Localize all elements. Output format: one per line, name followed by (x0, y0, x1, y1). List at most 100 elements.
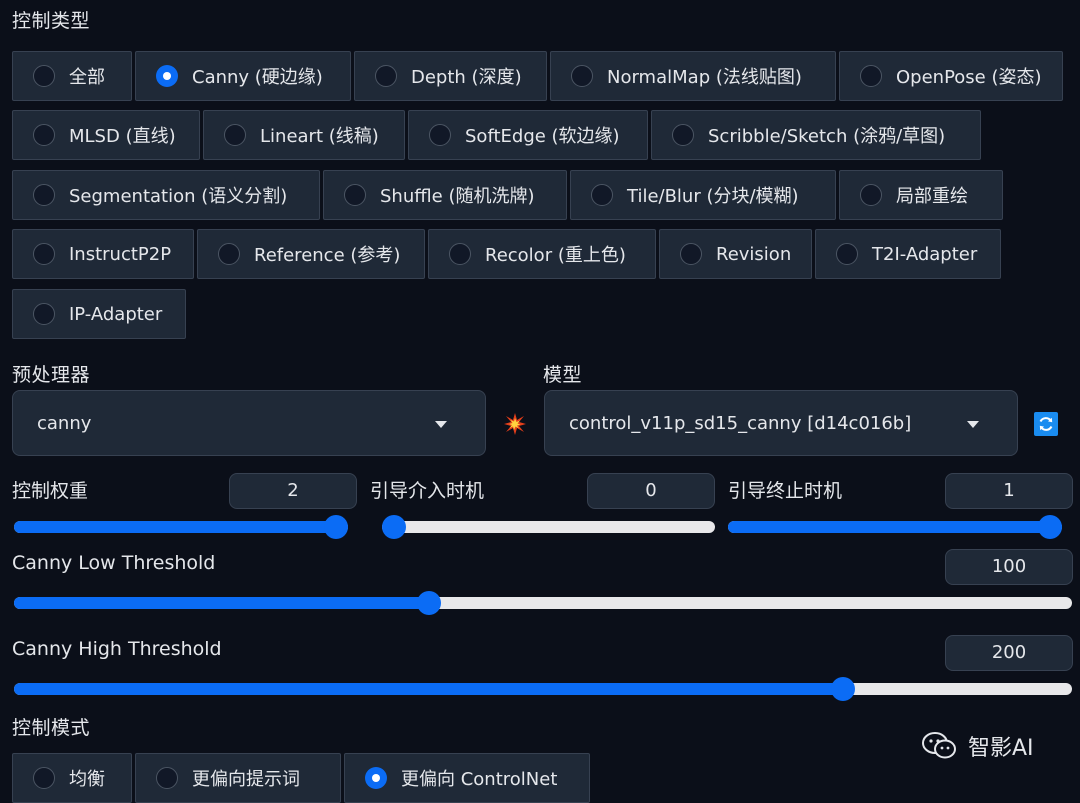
slider-fill (728, 521, 1062, 533)
control-type-option[interactable]: IP-Adapter (12, 289, 186, 339)
control-type-option[interactable]: InstructP2P (12, 229, 194, 279)
option-label: 全部 (69, 67, 105, 88)
option-label: 更偏向提示词 (192, 769, 300, 790)
radio-icon[interactable] (218, 243, 240, 265)
canny-low-slider[interactable] (14, 591, 1072, 615)
radio-icon[interactable] (224, 124, 246, 146)
control-type-option[interactable]: OpenPose (姿态) (839, 51, 1063, 101)
option-label: 局部重绘 (896, 186, 968, 207)
preprocessor-dropdown[interactable]: canny (12, 390, 486, 456)
control-type-option[interactable]: Tile/Blur (分块/模糊) (570, 170, 836, 220)
radio-icon[interactable] (156, 767, 178, 789)
model-dropdown[interactable]: control_v11p_sd15_canny [d14c016b] (544, 390, 1018, 456)
canny-high-slider[interactable] (14, 677, 1072, 701)
guidance-start-slider[interactable] (382, 515, 715, 539)
option-label: Scribble/Sketch (涂鸦/草图) (708, 126, 946, 147)
radio-icon[interactable] (860, 184, 882, 206)
radio-icon[interactable] (344, 184, 366, 206)
option-label: Depth (深度) (411, 67, 522, 88)
control-mode-option[interactable]: 均衡 (12, 753, 132, 803)
control-type-option[interactable]: Shuffle (随机洗牌) (323, 170, 567, 220)
control-mode-option[interactable]: 更偏向提示词 (135, 753, 341, 803)
radio-icon[interactable] (672, 124, 694, 146)
control-type-option[interactable]: Revision (659, 229, 812, 279)
option-label: Recolor (重上色) (485, 245, 626, 266)
preprocessor-title: 预处理器 (12, 364, 91, 386)
radio-selected-icon[interactable] (365, 767, 387, 789)
radio-icon[interactable] (836, 243, 858, 265)
radio-icon[interactable] (33, 303, 55, 325)
option-label: Segmentation (语义分割) (69, 186, 288, 207)
explosion-icon[interactable] (503, 412, 527, 436)
control-type-option[interactable]: Recolor (重上色) (428, 229, 656, 279)
canny-high-input[interactable]: 200 (945, 635, 1073, 671)
option-label: Reference (参考) (254, 245, 401, 266)
control-type-option[interactable]: 全部 (12, 51, 132, 101)
radio-icon[interactable] (429, 124, 451, 146)
option-label: T2I-Adapter (872, 243, 978, 265)
watermark-text: 智影AI (968, 736, 1034, 761)
option-label: Lineart (线稿) (260, 126, 379, 147)
radio-icon[interactable] (33, 65, 55, 87)
option-label: Canny (硬边缘) (192, 67, 323, 88)
option-label: Shuffle (随机洗牌) (380, 186, 535, 207)
canny-high-label: Canny High Threshold (12, 638, 222, 660)
option-label: Revision (716, 243, 792, 265)
option-label: OpenPose (姿态) (896, 67, 1042, 88)
control-type-option[interactable]: Lineart (线稿) (203, 110, 405, 160)
chevron-down-icon (967, 421, 979, 428)
control-weight-slider[interactable] (14, 515, 348, 539)
slider-fill (14, 521, 348, 533)
control-type-option[interactable]: MLSD (直线) (12, 110, 200, 160)
guidance-end-input[interactable]: 1 (945, 473, 1073, 509)
radio-icon[interactable] (375, 65, 397, 87)
control-mode-option[interactable]: 更偏向 ControlNet (344, 753, 590, 803)
slider-thumb[interactable] (831, 677, 856, 701)
control-mode-title: 控制模式 (12, 717, 91, 739)
guidance-start-input[interactable]: 0 (587, 473, 715, 509)
watermark: 智影AI (922, 730, 1034, 762)
option-label: 更偏向 ControlNet (401, 769, 558, 790)
slider-thumb[interactable] (416, 591, 441, 615)
radio-icon[interactable] (571, 65, 593, 87)
radio-icon[interactable] (449, 243, 471, 265)
slider-thumb[interactable] (382, 515, 406, 539)
control-type-option[interactable]: 局部重绘 (839, 170, 1003, 220)
slider-thumb[interactable] (1038, 515, 1062, 539)
control-type-option[interactable]: Depth (深度) (354, 51, 547, 101)
radio-icon[interactable] (860, 65, 882, 87)
control-type-option[interactable]: NormalMap (法线贴图) (550, 51, 836, 101)
option-label: MLSD (直线) (69, 126, 176, 147)
control-weight-input[interactable]: 2 (229, 473, 357, 509)
option-label: SoftEdge (软边缘) (465, 126, 620, 147)
preprocessor-value: canny (37, 412, 92, 434)
radio-icon[interactable] (33, 184, 55, 206)
guidance-end-label: 引导终止时机 (728, 480, 843, 502)
option-label: 均衡 (69, 769, 105, 790)
option-label: NormalMap (法线贴图) (607, 67, 802, 88)
guidance-end-slider[interactable] (728, 515, 1062, 539)
option-label: InstructP2P (69, 243, 172, 265)
option-label: Tile/Blur (分块/模糊) (627, 186, 799, 207)
radio-selected-icon[interactable] (156, 65, 178, 87)
chevron-down-icon (435, 421, 447, 428)
radio-icon[interactable] (33, 124, 55, 146)
control-type-option[interactable]: Canny (硬边缘) (135, 51, 351, 101)
control-type-option[interactable]: Segmentation (语义分割) (12, 170, 320, 220)
control-type-option[interactable]: SoftEdge (软边缘) (408, 110, 648, 160)
canny-low-input[interactable]: 100 (945, 549, 1073, 585)
wechat-icon (922, 731, 958, 761)
model-title: 模型 (543, 364, 583, 386)
control-type-option[interactable]: Reference (参考) (197, 229, 425, 279)
control-type-option[interactable]: Scribble/Sketch (涂鸦/草图) (651, 110, 981, 160)
slider-fill (14, 597, 429, 609)
refresh-icon[interactable] (1034, 412, 1058, 436)
radio-icon[interactable] (591, 184, 613, 206)
slider-fill (14, 683, 844, 695)
radio-icon[interactable] (33, 767, 55, 789)
radio-icon[interactable] (33, 243, 55, 265)
option-label: IP-Adapter (69, 303, 163, 325)
radio-icon[interactable] (680, 243, 702, 265)
control-type-option[interactable]: T2I-Adapter (815, 229, 1001, 279)
slider-thumb[interactable] (324, 515, 348, 539)
